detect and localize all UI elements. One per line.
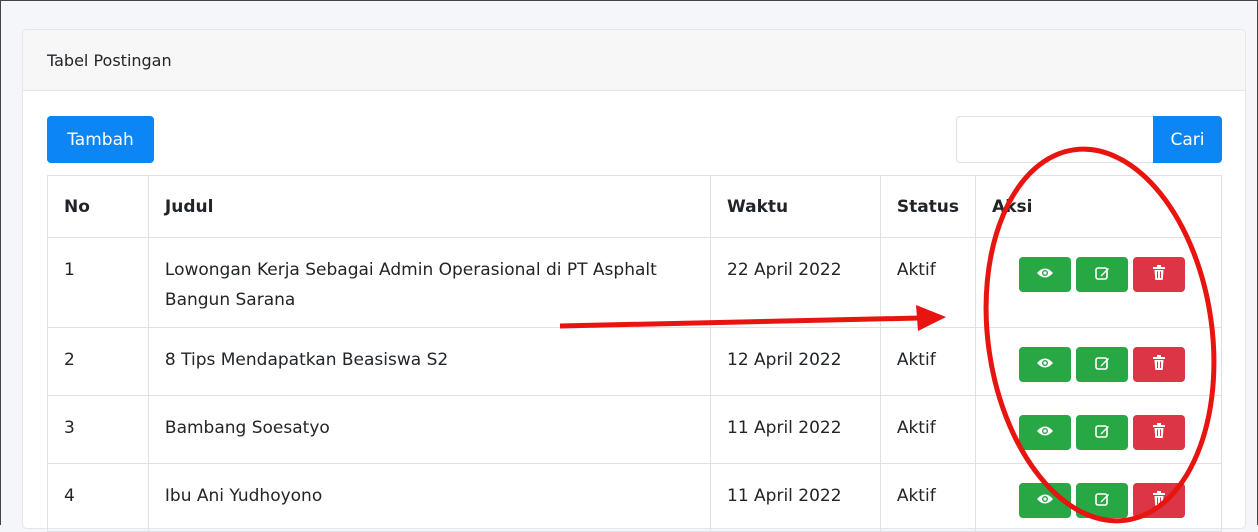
cell-waktu: 22 April 2022 xyxy=(710,237,881,328)
eye-icon xyxy=(1036,492,1054,509)
cell-status: Aktif xyxy=(879,237,977,328)
add-button[interactable]: Tambah xyxy=(47,116,154,163)
table-row: 4 Ibu Ani Yudhoyono 11 April 2022 Aktif xyxy=(47,463,1222,532)
column-header-judul: Judul xyxy=(147,175,712,238)
cell-no: 3 xyxy=(47,395,149,464)
cell-no: 1 xyxy=(47,237,149,328)
trash-icon xyxy=(1153,355,1166,374)
column-header-no: No xyxy=(47,175,149,238)
edit-icon xyxy=(1094,491,1110,510)
posts-table: No Judul Waktu Status Aksi 1 Lowongan Ke… xyxy=(47,175,1222,532)
posts-card: Tabel Postingan Tambah Cari No Judul Wak… xyxy=(22,29,1246,532)
view-button[interactable] xyxy=(1019,483,1072,518)
cell-aksi xyxy=(975,237,1222,328)
cell-judul: Bambang Soesatyo xyxy=(147,395,712,464)
cell-waktu: 12 April 2022 xyxy=(710,327,881,396)
row-actions xyxy=(992,481,1205,518)
view-button[interactable] xyxy=(1019,415,1072,450)
cell-judul: Ibu Ani Yudhoyono xyxy=(147,463,712,532)
column-header-aksi: Aksi xyxy=(975,175,1222,238)
table-header-row: No Judul Waktu Status Aksi xyxy=(47,175,1222,238)
trash-icon xyxy=(1153,491,1166,510)
card-header: Tabel Postingan xyxy=(23,30,1245,91)
row-actions xyxy=(992,255,1205,292)
delete-button[interactable] xyxy=(1133,483,1186,518)
edit-icon xyxy=(1094,423,1110,442)
eye-icon xyxy=(1036,356,1054,373)
cell-aksi xyxy=(975,395,1222,464)
cell-aksi xyxy=(975,463,1222,532)
cell-no: 2 xyxy=(47,327,149,396)
table-row: 2 8 Tips Mendapatkan Beasiswa S2 12 Apri… xyxy=(47,327,1222,396)
cell-waktu: 11 April 2022 xyxy=(710,395,881,464)
eye-icon xyxy=(1036,424,1054,441)
edit-button[interactable] xyxy=(1076,347,1129,382)
cell-no: 4 xyxy=(47,463,149,532)
edit-icon xyxy=(1094,355,1110,374)
row-actions xyxy=(992,345,1205,382)
cell-status: Aktif xyxy=(879,327,977,396)
edit-button[interactable] xyxy=(1076,415,1129,450)
cell-aksi xyxy=(975,327,1222,396)
card-title: Tabel Postingan xyxy=(47,50,172,70)
cell-waktu: 11 April 2022 xyxy=(710,463,881,532)
column-header-waktu: Waktu xyxy=(710,175,881,238)
cell-status: Aktif xyxy=(879,463,977,532)
row-actions xyxy=(992,413,1205,450)
delete-button[interactable] xyxy=(1133,415,1186,450)
delete-button[interactable] xyxy=(1133,257,1186,292)
delete-button[interactable] xyxy=(1133,347,1186,382)
edit-icon xyxy=(1094,265,1110,284)
edit-button[interactable] xyxy=(1076,257,1129,292)
edit-button[interactable] xyxy=(1076,483,1129,518)
trash-icon xyxy=(1153,423,1166,442)
view-button[interactable] xyxy=(1019,347,1072,382)
cell-judul: 8 Tips Mendapatkan Beasiswa S2 xyxy=(147,327,712,396)
search-input[interactable] xyxy=(956,116,1154,163)
view-button[interactable] xyxy=(1019,257,1072,292)
cell-judul: Lowongan Kerja Sebagai Admin Operasional… xyxy=(147,237,712,328)
eye-icon xyxy=(1036,266,1054,283)
trash-icon xyxy=(1153,265,1166,284)
column-header-status: Status xyxy=(879,175,977,238)
table-row: 3 Bambang Soesatyo 11 April 2022 Aktif xyxy=(47,395,1222,464)
table-row: 1 Lowongan Kerja Sebagai Admin Operasion… xyxy=(47,237,1222,328)
search-button[interactable]: Cari xyxy=(1153,116,1222,163)
cell-status: Aktif xyxy=(879,395,977,464)
